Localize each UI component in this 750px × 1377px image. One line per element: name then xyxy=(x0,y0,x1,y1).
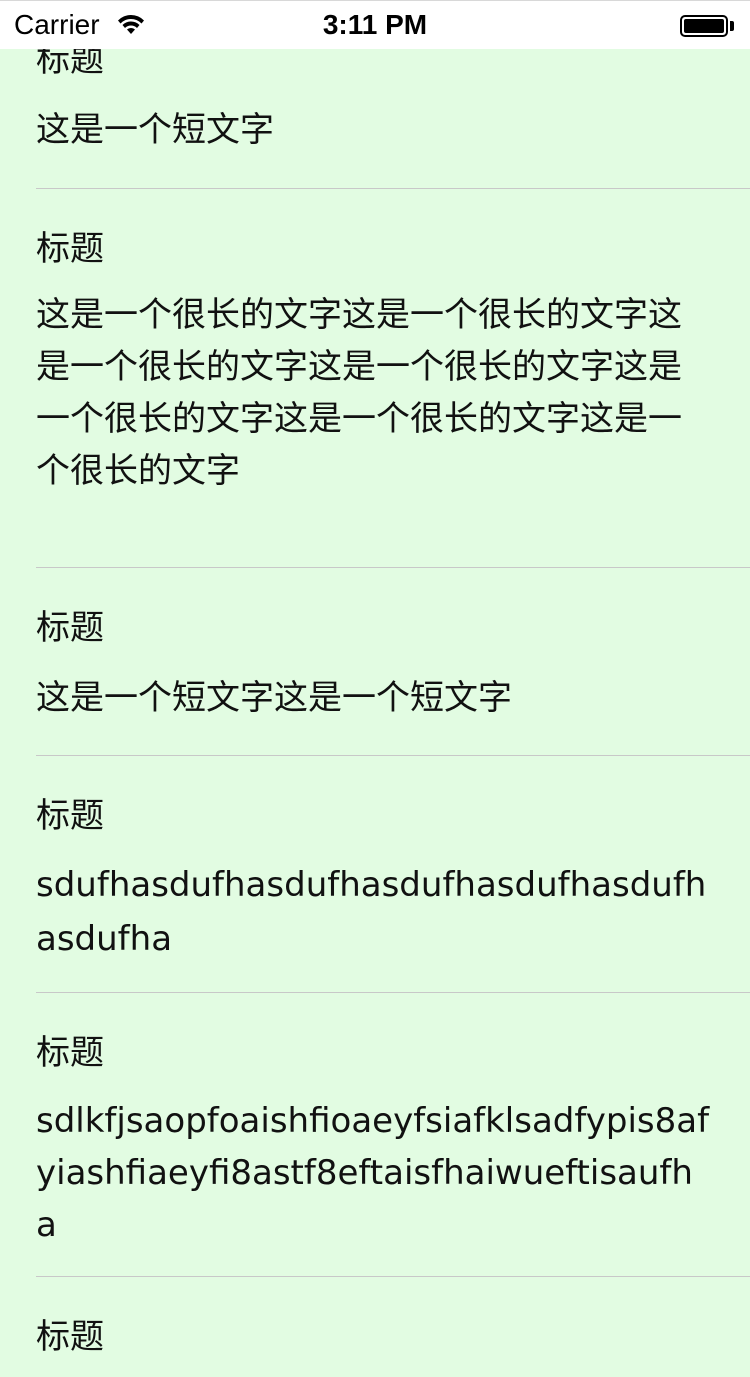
battery-tip-icon xyxy=(730,21,734,31)
clock: 3:11 PM xyxy=(322,9,428,40)
cell-body: 这是一个短文字这是一个短文字 xyxy=(36,678,512,718)
cell-title: 标题 xyxy=(36,608,104,648)
table-row[interactable]: 标题 sdlkfjsaopfoaishfioaeyfsiafklsadfypis… xyxy=(36,993,750,1277)
cell-body: 这是一个很长的文字这是一个很长的文字这是一个很长的文字这是一个很长的文字这是一个… xyxy=(36,295,682,491)
battery-icon xyxy=(680,15,728,37)
cell-title: 标题 xyxy=(36,229,104,269)
table-row[interactable]: 标题 sdufhasdufhasdufhasdufhasdufhasdufhas… xyxy=(36,756,750,993)
table-row[interactable]: 标题 这是一个短文字 xyxy=(36,38,750,189)
cell-body: sdlkfjsaopfoaishfioaeyfsiafklsadfypis8af… xyxy=(36,1101,710,1245)
table-row[interactable]: 标题 这是一个很长的文字这是一个很长的文字这是一个很长的文字这是一个很长的文字这… xyxy=(36,189,750,568)
table-view[interactable]: 标题 这是一个短文字 标题 这是一个很长的文字这是一个很长的文字这是一个很长的文… xyxy=(0,38,750,1377)
cell-title: 标题 xyxy=(36,796,104,836)
table-row[interactable]: 标题 xyxy=(36,1277,750,1377)
table-row[interactable]: 标题 这是一个短文字这是一个短文字 xyxy=(36,568,750,756)
cell-title: 标题 xyxy=(36,1033,104,1073)
cell-title: 标题 xyxy=(36,1317,104,1357)
cell-body: sdufhasdufhasdufhasdufhasdufhasdufhasduf… xyxy=(36,865,707,959)
status-bar: Carrier 3:11 PM xyxy=(0,0,750,49)
cell-body: 这是一个短文字 xyxy=(36,110,274,150)
